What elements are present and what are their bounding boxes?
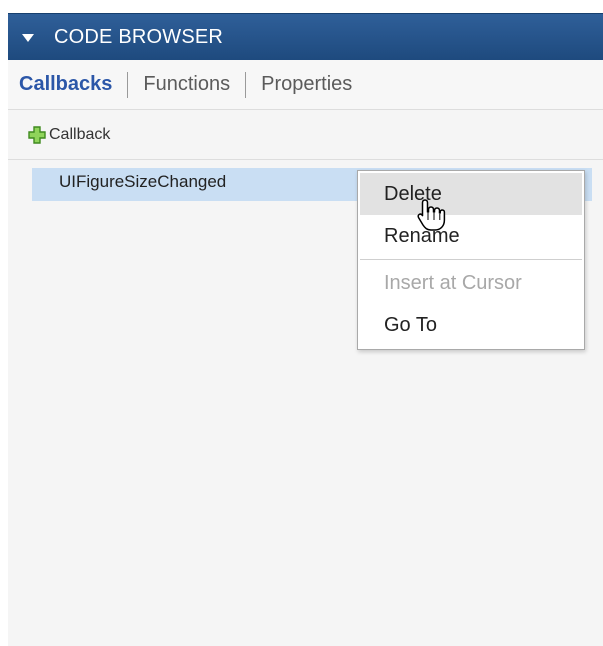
- tab-callbacks[interactable]: Callbacks: [19, 73, 112, 96]
- tab-functions[interactable]: Functions: [143, 73, 230, 96]
- plus-icon: [28, 125, 46, 144]
- menu-item-delete[interactable]: Delete: [360, 173, 582, 215]
- tab-divider: [245, 71, 247, 98]
- callback-toolbar: Callback: [8, 110, 603, 160]
- menu-item-insert-at-cursor: Insert at Cursor: [384, 271, 522, 294]
- add-callback-label: Callback: [49, 125, 111, 143]
- menu-divider: [360, 259, 582, 260]
- menu-item-rename[interactable]: Rename: [358, 215, 584, 257]
- menu-item-go-to[interactable]: Go To: [358, 304, 584, 346]
- tab-properties[interactable]: Properties: [261, 73, 352, 96]
- tab-bar: Callbacks Functions Properties: [8, 60, 603, 110]
- context-menu: Delete Rename Insert at Cursor Go To: [357, 170, 585, 350]
- tab-divider: [127, 71, 129, 98]
- panel-header[interactable]: CODE BROWSER: [8, 13, 603, 60]
- add-callback-button[interactable]: Callback: [28, 126, 110, 144]
- collapse-triangle-icon[interactable]: [22, 34, 34, 42]
- panel-title: CODE BROWSER: [54, 25, 224, 48]
